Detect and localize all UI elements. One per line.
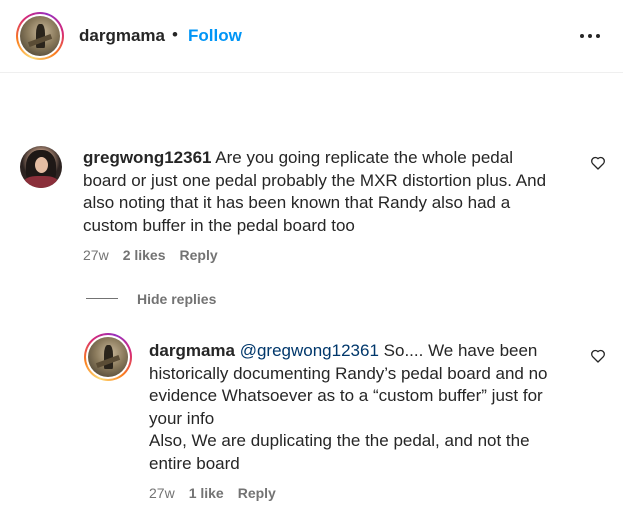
reply-text-line: So.... We have been — [383, 341, 538, 360]
reply-avatar[interactable] — [84, 333, 132, 381]
comment-body: gregwong12361 Are you going replicate th… — [83, 147, 573, 237]
hide-replies-divider — [86, 298, 118, 299]
comment-username[interactable]: gregwong12361 — [83, 148, 212, 167]
reply-age: 27w — [149, 485, 175, 501]
header-avatar[interactable] — [16, 12, 64, 60]
comment-text-line: also noting that it has been known that … — [83, 193, 511, 212]
reply-text-line: Also, We are duplicating the the pedal, … — [149, 431, 530, 450]
hide-replies-button[interactable]: Hide replies — [137, 291, 216, 307]
comment-avatar[interactable] — [20, 146, 62, 188]
reply-body: dargmama @gregwong12361 So.... We have b… — [149, 340, 579, 475]
header-username[interactable]: dargmama — [79, 26, 165, 46]
reply-likes[interactable]: 1 like — [189, 485, 224, 501]
reply-text-line: evidence Whatsoever as to a “custom buff… — [149, 386, 543, 405]
follow-button[interactable]: Follow — [188, 26, 242, 46]
reply-text-line: historically documenting Randy’s pedal b… — [149, 363, 548, 383]
comment-text-line: Are you going replicate the whole pedal — [215, 148, 513, 167]
reply-text-line: your info — [149, 408, 215, 428]
comment-text-line: board or just one pedal probably the MXR… — [83, 170, 547, 190]
comment-text-line: custom buffer in the pedal board too — [83, 215, 355, 235]
more-horizontal-icon[interactable] — [578, 28, 602, 44]
comment-likes[interactable]: 2 likes — [123, 247, 166, 263]
reply-meta: 27w 1 like Reply — [149, 485, 290, 501]
reply-reply-button[interactable]: Reply — [238, 485, 276, 501]
reply-mention[interactable]: @gregwong12361 — [240, 341, 379, 360]
comment-age: 27w — [83, 247, 109, 263]
comment-meta: 27w 2 likes Reply — [83, 247, 232, 263]
post-header: dargmama • Follow — [0, 0, 623, 73]
reply-username[interactable]: dargmama — [149, 341, 235, 360]
heart-icon[interactable] — [590, 348, 606, 364]
reply-text-line: entire board — [149, 453, 240, 473]
comment-reply-button[interactable]: Reply — [180, 247, 218, 263]
separator-dot: • — [172, 25, 178, 44]
heart-icon[interactable] — [590, 155, 606, 171]
